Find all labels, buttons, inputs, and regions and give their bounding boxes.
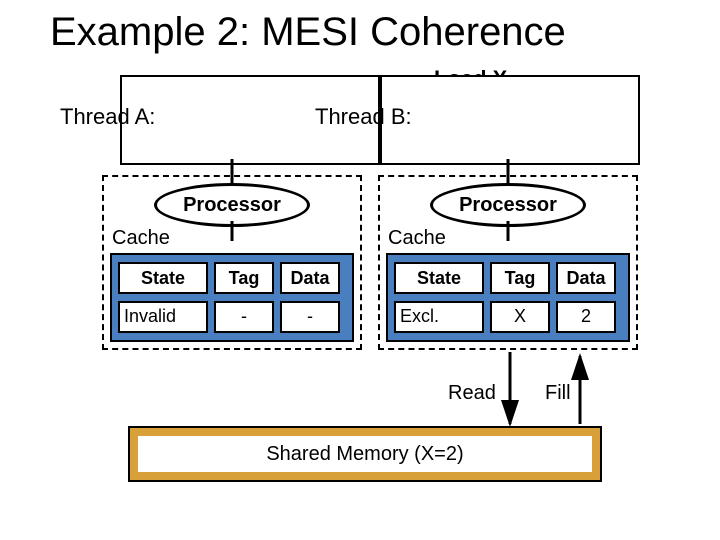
page-title: Example 2: MESI Coherence <box>50 10 566 55</box>
connector-line <box>507 221 510 241</box>
cpu-a-block: Processor Cache State Tag Data Invalid -… <box>102 175 362 350</box>
fill-label: Fill <box>545 382 571 405</box>
col-tag: Tag <box>490 262 550 294</box>
table-row: Excl. X 2 <box>394 301 622 333</box>
thread-b-label: Thread B: <box>315 104 412 130</box>
col-state: State <box>118 262 208 294</box>
connector-line <box>231 221 234 241</box>
table-header: State Tag Data <box>118 262 346 294</box>
cache-a-label: Cache <box>112 227 170 250</box>
connector-line <box>507 159 510 183</box>
col-data: Data <box>556 262 616 294</box>
cell-tag: - <box>214 301 274 333</box>
col-state: State <box>394 262 484 294</box>
shared-memory-box: Shared Memory (X=2) <box>130 428 600 480</box>
thread-b-code-box <box>380 75 640 165</box>
table-row: Invalid - - <box>118 301 346 333</box>
cell-state: Excl. <box>394 301 484 333</box>
cell-state: Invalid <box>118 301 208 333</box>
cache-a-panel: State Tag Data Invalid - - <box>110 253 354 342</box>
cpu-b-block: Processor Cache State Tag Data Excl. X 2 <box>378 175 638 350</box>
cache-b-panel: State Tag Data Excl. X 2 <box>386 253 630 342</box>
cell-data: 2 <box>556 301 616 333</box>
thread-a-label: Thread A: <box>60 104 155 130</box>
shared-memory-label: Shared Memory (X=2) <box>266 443 463 466</box>
cache-b-label: Cache <box>388 227 446 250</box>
col-data: Data <box>280 262 340 294</box>
read-label: Read <box>448 382 496 405</box>
table-header: State Tag Data <box>394 262 622 294</box>
cell-tag: X <box>490 301 550 333</box>
connector-line <box>231 159 234 183</box>
col-tag: Tag <box>214 262 274 294</box>
cell-data: - <box>280 301 340 333</box>
